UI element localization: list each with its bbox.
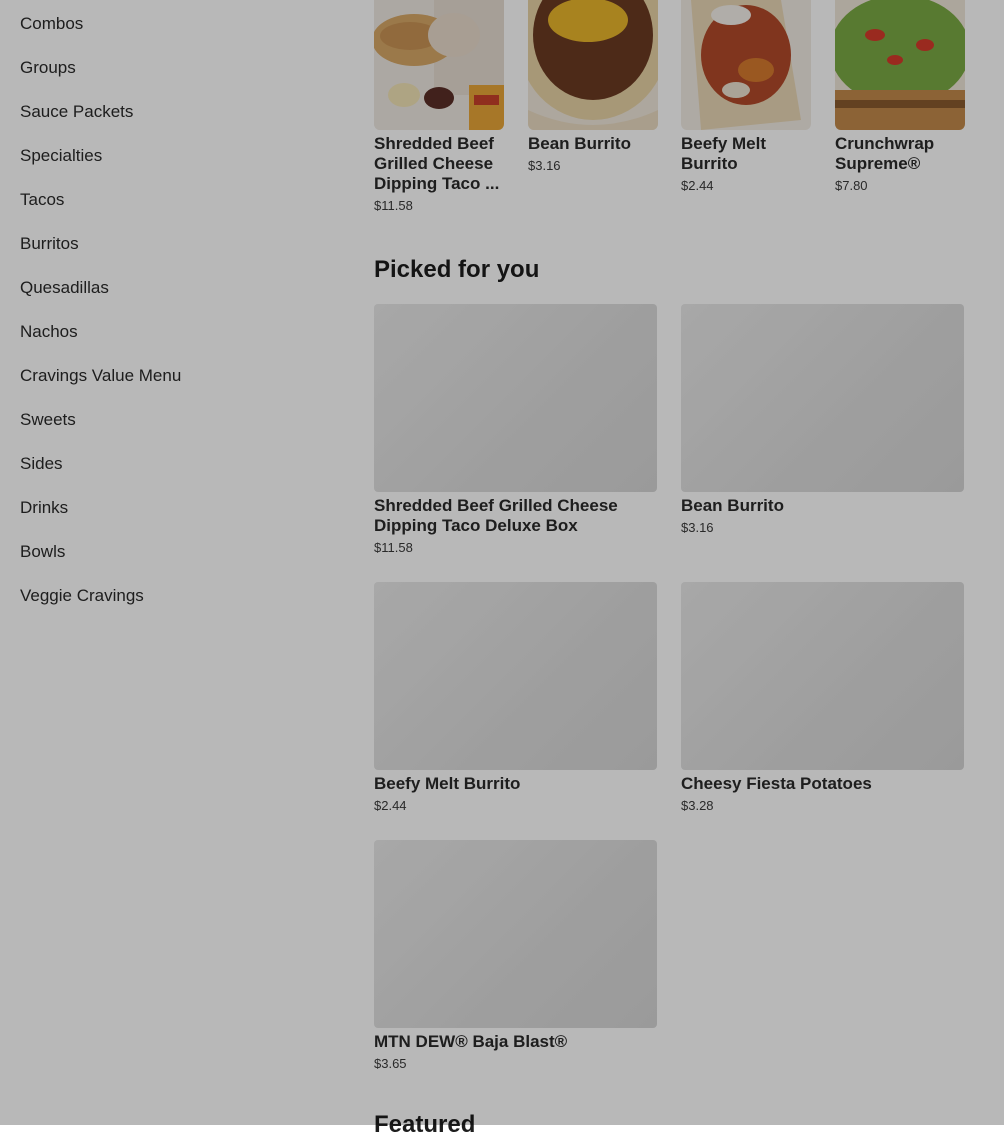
modal-backdrop[interactable]: [0, 0, 1004, 1125]
